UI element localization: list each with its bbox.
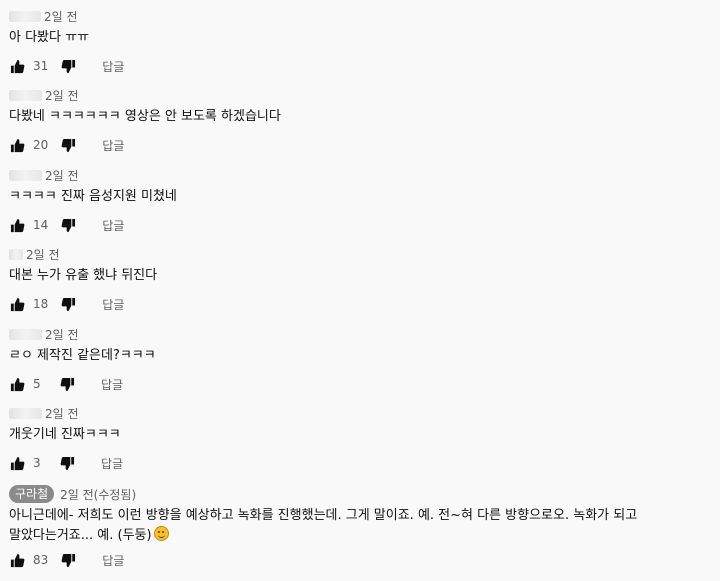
- reply-button[interactable]: 답글: [102, 58, 124, 75]
- comment: 2일 전 ㅋㅋㅋㅋ 진짜 음성지원 미쳤네 14 답글: [9, 165, 714, 235]
- reply-button[interactable]: 답글: [102, 552, 124, 569]
- comment-actions: 3 답글: [9, 453, 714, 473]
- comment: 2일 전 개웃기네 진짜ㅋㅋㅋ 3 답글: [9, 403, 714, 473]
- comment-text-body: 아니근데에- 저희도 이런 방향을 예상하고 녹화를 진행했는데. 그게 말이죠…: [9, 508, 638, 543]
- comment-actions: 14 답글: [9, 215, 714, 235]
- thumbs-down-icon[interactable]: [60, 137, 76, 153]
- comment-time: 2일 전(수정됨): [60, 487, 137, 502]
- comment-actions: 83 답글: [9, 550, 714, 570]
- comment-text: 대본 누가 유출 했냐 뒤진다: [9, 268, 158, 283]
- comment-text: 다봤네 ㅋㅋㅋㅋㅋㅋ 영상은 안 보도록 하겠습니다: [9, 109, 281, 124]
- like-count: 20: [33, 138, 49, 152]
- thumbs-down-icon[interactable]: [59, 455, 75, 471]
- thumbs-down-icon[interactable]: [60, 552, 76, 568]
- author-name-redacted[interactable]: [9, 248, 23, 260]
- like-count: 83: [33, 553, 49, 567]
- like-count: 31: [33, 59, 49, 73]
- author-name-redacted[interactable]: [9, 407, 42, 419]
- thumbs-down-icon[interactable]: [60, 58, 76, 74]
- author-name-redacted[interactable]: [9, 89, 42, 101]
- comment: 2일 전 대본 누가 유출 했냐 뒤진다 18 답글: [9, 244, 714, 314]
- reply-button[interactable]: 답글: [101, 455, 123, 472]
- comment-text: 아 다봤다 ㅠㅠ: [9, 30, 90, 45]
- comment-header: 2일 전: [9, 403, 714, 423]
- author-name-redacted[interactable]: [9, 10, 41, 22]
- comment: 구라철 2일 전(수정됨) 아니근데에- 저희도 이런 방향을 예상하고 녹화를…: [9, 484, 714, 570]
- comment: 2일 전 다봤네 ㅋㅋㅋㅋㅋㅋ 영상은 안 보도록 하겠습니다 20 답글: [9, 85, 714, 155]
- comment-header: 2일 전: [9, 324, 714, 344]
- thumbs-up-icon[interactable]: [9, 552, 25, 568]
- comment-time: 2일 전: [45, 88, 79, 103]
- comment-header: 2일 전: [9, 165, 714, 185]
- comment-time: 2일 전: [26, 247, 60, 262]
- like-count: 14: [33, 218, 49, 232]
- comment-actions: 31 답글: [9, 56, 714, 76]
- thumbs-up-icon[interactable]: [9, 217, 25, 233]
- comment: 2일 전 아 다봤다 ㅠㅠ 31 답글: [9, 6, 714, 76]
- comment: 2일 전 ㄹㅇ 제작진 같은데?ㅋㅋㅋ 5 답글: [9, 324, 714, 394]
- like-count: 5: [33, 377, 41, 391]
- thumbs-up-icon[interactable]: [9, 376, 25, 392]
- comment-header: 구라철 2일 전(수정됨): [9, 484, 714, 504]
- grinning-face-emoji: [153, 526, 169, 541]
- comment-time: 2일 전: [45, 406, 79, 421]
- comment-time: 2일 전: [44, 9, 78, 24]
- comment-text: ㅋㅋㅋㅋ 진짜 음성지원 미쳤네: [9, 189, 177, 204]
- like-count: 3: [33, 456, 41, 470]
- thumbs-down-icon[interactable]: [59, 376, 75, 392]
- comment-header: 2일 전: [9, 6, 714, 26]
- thumbs-up-icon[interactable]: [9, 455, 25, 471]
- comment-header: 2일 전: [9, 244, 714, 264]
- comment-text: 아니근데에- 저희도 이런 방향을 예상하고 녹화를 진행했는데. 그게 말이죠…: [9, 506, 714, 546]
- reply-button[interactable]: 답글: [101, 376, 123, 393]
- like-count: 18: [33, 297, 49, 311]
- thumbs-up-icon[interactable]: [9, 58, 25, 74]
- thumbs-down-icon[interactable]: [60, 296, 76, 312]
- comment-text: 개웃기네 진짜ㅋㅋㅋ: [9, 427, 121, 442]
- channel-owner-badge[interactable]: 구라철: [9, 485, 55, 503]
- comment-text: ㄹㅇ 제작진 같은데?ㅋㅋㅋ: [9, 348, 156, 363]
- thumbs-up-icon[interactable]: [9, 296, 25, 312]
- reply-button[interactable]: 답글: [102, 296, 124, 313]
- comment-actions: 20 답글: [9, 135, 714, 155]
- reply-button[interactable]: 답글: [102, 217, 124, 234]
- comment-actions: 18 답글: [9, 294, 714, 314]
- author-name-redacted[interactable]: [9, 169, 42, 181]
- comment-actions: 5 답글: [9, 374, 714, 394]
- thumbs-down-icon[interactable]: [60, 217, 76, 233]
- comment-time: 2일 전: [45, 327, 79, 342]
- comment-time: 2일 전: [45, 168, 79, 183]
- author-name-redacted[interactable]: [9, 328, 42, 340]
- comment-header: 2일 전: [9, 85, 714, 105]
- reply-button[interactable]: 답글: [102, 137, 124, 154]
- thumbs-up-icon[interactable]: [9, 137, 25, 153]
